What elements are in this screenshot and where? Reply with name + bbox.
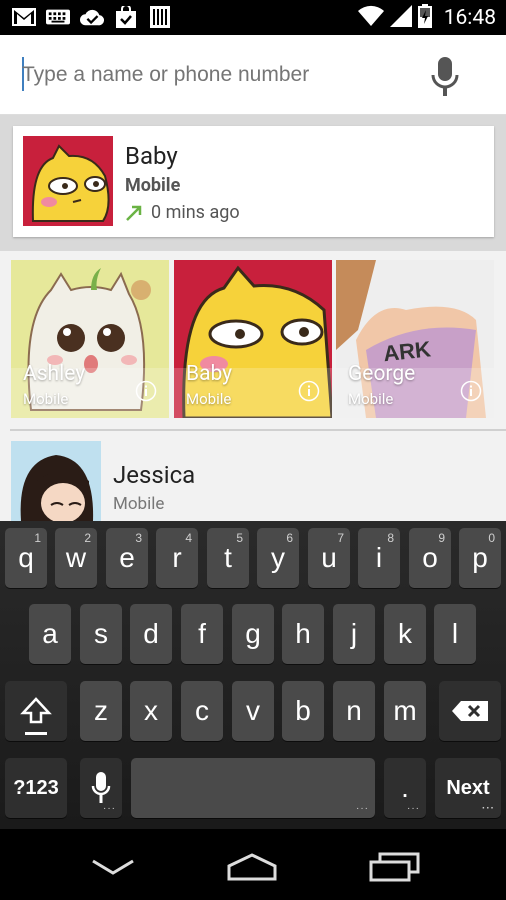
key-c[interactable]: c [181,681,223,741]
recent-call-time: 0 mins ago [125,202,240,223]
soft-keyboard: q1 w2 e3 r4 t5 y6 u7 i8 o9 p0 a s d f g … [0,521,506,829]
key-v[interactable]: v [232,681,274,741]
keyboard-icon [46,6,70,28]
voice-search-button[interactable] [430,57,460,97]
favorite-type: Mobile [23,390,69,408]
key-k[interactable]: k [384,604,426,664]
key-p[interactable]: p0 [459,528,501,588]
key-i[interactable]: i8 [358,528,400,588]
search-input[interactable] [22,59,402,91]
key-l[interactable]: l [434,604,476,664]
wifi-icon [357,5,384,31]
key-f[interactable]: f [181,604,223,664]
gmail-icon [12,6,36,28]
more-options-dots: ··· [356,803,369,814]
next-label: Next [446,776,490,799]
cell-signal-icon [389,5,412,31]
contact-type: Mobile [113,494,165,514]
key-j[interactable]: j [333,604,375,664]
favorite-type: Mobile [348,390,394,408]
next-key[interactable]: Next ··· [435,758,501,818]
shift-icon [20,697,52,724]
key-e[interactable]: e3 [106,528,148,588]
check-cloud-icon [80,6,104,28]
backspace-key[interactable] [439,681,501,741]
microphone-icon [431,57,459,96]
recent-contact-card[interactable]: Baby Mobile 0 mins ago [13,126,494,237]
period-key[interactable]: . ··· [384,758,426,818]
info-icon[interactable] [460,380,482,402]
key-s[interactable]: s [80,604,122,664]
favorite-type: Mobile [186,390,232,408]
navigation-bar [0,829,506,900]
favorite-tile-baby[interactable]: Baby Mobile [174,260,332,418]
voice-input-key[interactable]: ··· [80,758,122,818]
favorite-name: Ashley [23,362,86,386]
key-q[interactable]: q1 [5,528,47,588]
microphone-icon [91,772,111,803]
shift-key[interactable] [5,681,67,741]
key-g[interactable]: g [232,604,274,664]
key-d[interactable]: d [130,604,172,664]
key-a[interactable]: a [29,604,71,664]
clock: 16:48 [443,6,496,30]
key-o[interactable]: o9 [409,528,451,588]
recent-contact-type: Mobile [125,175,181,196]
status-bar: 16:48 [0,0,506,35]
symbols-key[interactable]: ?123 [5,758,67,818]
contact-photo-baby [23,136,113,226]
recents-button[interactable] [364,847,424,887]
key-r[interactable]: r4 [156,528,198,588]
key-b[interactable]: b [282,681,324,741]
more-options-dots: ··· [482,803,495,814]
recents-icon [369,852,420,882]
favorite-name: George [348,362,416,386]
search-bar [0,35,506,115]
favorite-tile-ashley[interactable]: Ashley Mobile [11,260,169,418]
more-options-dots: ··· [407,803,420,814]
space-key[interactable]: ··· [131,758,375,818]
key-y[interactable]: y6 [257,528,299,588]
barcode-icon [148,6,172,28]
battery-icon [417,4,432,32]
back-icon [92,859,134,875]
key-x[interactable]: x [130,681,172,741]
shopping-bag-icon [114,6,138,28]
favorite-name: Baby [186,362,233,386]
key-n[interactable]: n [333,681,375,741]
home-icon [227,853,277,881]
favorite-tile-george[interactable]: ARK George Mobile [336,260,494,418]
backspace-icon [452,701,488,721]
key-z[interactable]: z [80,681,122,741]
recent-call-time-text: 0 mins ago [151,202,240,223]
home-button[interactable] [222,847,282,887]
key-h[interactable]: h [282,604,324,664]
key-w[interactable]: w2 [55,528,97,588]
back-button[interactable] [83,847,143,887]
shift-indicator [25,732,47,735]
info-icon[interactable] [298,380,320,402]
contact-photo-jessica [11,441,101,521]
recent-contact-name: Baby [125,142,178,170]
contact-name: Jessica [113,461,196,489]
key-u[interactable]: u7 [308,528,350,588]
info-icon[interactable] [135,380,157,402]
more-options-dots: ··· [103,803,116,814]
contact-list-item[interactable]: Jessica Mobile [0,431,506,521]
key-m[interactable]: m [384,681,426,741]
period-label: . [401,772,409,803]
outgoing-call-arrow-icon [126,205,142,221]
key-t[interactable]: t5 [207,528,249,588]
